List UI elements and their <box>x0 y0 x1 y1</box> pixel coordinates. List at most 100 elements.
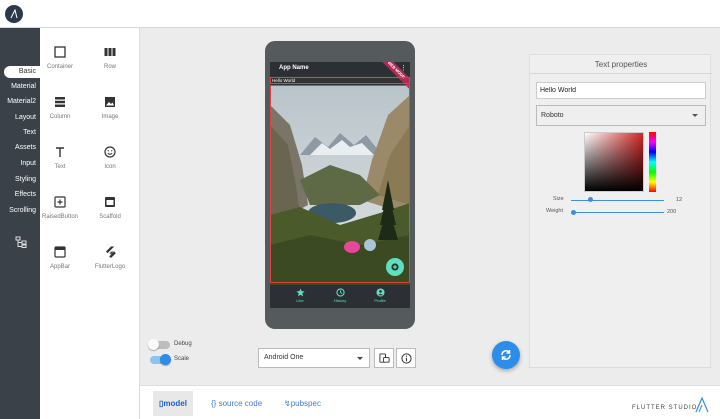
tab-model[interactable]: ▯model <box>153 391 193 416</box>
device-select[interactable]: Android One <box>258 348 370 368</box>
info-icon <box>400 352 412 364</box>
add-fab[interactable] <box>386 258 404 276</box>
debug-toggle-knob[interactable] <box>148 339 159 350</box>
star-icon <box>295 288 305 297</box>
scale-label: Scale <box>174 356 190 362</box>
chevron-down-icon <box>357 357 363 360</box>
palette-label: AppBar <box>49 264 70 270</box>
palette-label: FlutterLogo <box>94 264 126 270</box>
weight-label: Weight <box>546 208 564 214</box>
palette-label: RaisedButton <box>41 214 79 220</box>
bottom-nav-profile[interactable]: Profile <box>366 288 394 303</box>
panel-title: Text properties <box>594 60 648 69</box>
nav-item-assets[interactable]: Assets <box>15 142 36 154</box>
refresh-button[interactable] <box>492 341 520 369</box>
bottom-nav-history[interactable]: History <box>326 288 354 303</box>
nav-item-material2[interactable]: Material2 <box>7 96 36 108</box>
chevron-down-icon <box>692 114 698 117</box>
palette-item-appbar[interactable]: AppBar <box>40 246 80 270</box>
bottom-navigation: Like History Profile <box>270 285 410 308</box>
scaffold-icon <box>105 197 115 207</box>
link-icon: ↯ <box>284 399 291 408</box>
add-icon <box>391 263 399 271</box>
text-value-input[interactable] <box>536 82 706 99</box>
scale-toggle-knob[interactable] <box>160 354 171 365</box>
size-label: Size <box>553 196 564 202</box>
debug-label: Debug <box>174 341 192 347</box>
smiley-icon <box>104 146 116 158</box>
column-icon <box>55 97 65 107</box>
top-bar <box>0 0 720 28</box>
nav-item-layout[interactable]: Layout <box>15 112 36 124</box>
rotate-device-button[interactable] <box>374 348 394 368</box>
weight-slider-knob[interactable] <box>571 210 576 215</box>
plus-box-icon <box>54 196 66 208</box>
color-picker-saturation[interactable] <box>584 132 644 192</box>
palette-label: Text <box>54 164 66 170</box>
palette-item-column[interactable]: Column <box>40 96 80 120</box>
widget-palette: Container Row Column Image Text Icon Rai… <box>40 28 140 419</box>
devices-icon <box>378 352 390 363</box>
widget-tree-icon[interactable] <box>15 236 27 248</box>
panel-divider <box>530 73 712 74</box>
palette-label: Container <box>46 64 73 70</box>
palette-label: Row <box>103 64 116 70</box>
palette-item-scaffold[interactable]: Scaffold <box>90 196 130 220</box>
weight-value: 200 <box>667 209 677 215</box>
size-value: 12 <box>676 197 683 203</box>
selected-text-widget[interactable]: Hello World <box>270 77 410 84</box>
text-properties-panel: Text properties Roboto Size 12 Weight 20… <box>529 54 712 368</box>
clock-icon <box>335 288 345 297</box>
font-family-select[interactable]: Roboto <box>536 105 706 126</box>
bottom-nav-like[interactable]: Like <box>286 288 314 303</box>
tab-source-code[interactable]: {} source code <box>205 391 268 416</box>
palette-item-image[interactable]: Image <box>90 96 130 120</box>
tab-source-code-label: {} source code <box>211 399 263 408</box>
device-select-value: Android One <box>264 354 304 361</box>
profile-icon <box>375 288 385 297</box>
palette-label: Scaffold <box>99 214 121 220</box>
bottom-nav-label: Profile <box>374 298 386 303</box>
device-screen: App Name ⋮ WEB MODE Hello World Like His… <box>270 62 410 308</box>
palette-item-icon[interactable]: Icon <box>90 146 130 170</box>
app-logo-icon[interactable] <box>5 5 23 23</box>
app-title: App Name <box>279 65 309 71</box>
info-button[interactable] <box>396 348 416 368</box>
size-slider-knob[interactable] <box>588 197 593 202</box>
nav-item-scrolling[interactable]: Scrolling <box>9 205 36 217</box>
refresh-icon <box>501 350 511 360</box>
palette-item-container[interactable]: Container <box>40 46 80 70</box>
palette-label: Column <box>49 114 71 120</box>
palette-label: Icon <box>104 164 116 170</box>
nav-item-basic[interactable]: Basic <box>4 66 40 78</box>
nav-item-material[interactable]: Material <box>11 81 36 93</box>
palette-item-raisedbutton[interactable]: RaisedButton <box>40 196 80 220</box>
nav-item-styling[interactable]: Styling <box>15 174 36 186</box>
bottom-bar: ▯model {} source code ↯pubspec <box>140 385 720 419</box>
nav-item-text[interactable]: Text <box>23 127 36 139</box>
row-icon <box>104 48 116 56</box>
nav-item-effects[interactable]: Effects <box>15 189 36 201</box>
color-picker-hue[interactable] <box>649 132 656 192</box>
font-family-value: Roboto <box>541 112 564 119</box>
text-icon <box>56 147 64 157</box>
weight-slider-track[interactable] <box>571 212 664 213</box>
appbar-icon <box>54 246 66 258</box>
flutter-logo-icon <box>106 246 116 258</box>
selected-image-frame <box>270 85 410 283</box>
container-icon <box>54 46 66 58</box>
bottom-nav-label: History <box>333 298 347 303</box>
nav-item-input[interactable]: Input <box>20 158 36 170</box>
category-nav: Basic Material Material2 Layout Text Ass… <box>0 28 40 419</box>
palette-item-row[interactable]: Row <box>90 46 130 70</box>
brand-name: FLUTTER STUDIO <box>632 405 698 411</box>
image-icon <box>105 97 115 107</box>
tab-model-label: model <box>163 399 187 408</box>
tab-pubspec[interactable]: ↯pubspec <box>278 391 327 416</box>
palette-item-flutterlogo[interactable]: FlutterLogo <box>90 246 130 270</box>
bottom-nav-label: Like <box>296 298 304 303</box>
palette-item-text[interactable]: Text <box>40 146 80 170</box>
tab-pubspec-label: pubspec <box>290 399 321 408</box>
palette-label: Image <box>101 114 119 120</box>
size-slider-track[interactable] <box>571 200 664 201</box>
